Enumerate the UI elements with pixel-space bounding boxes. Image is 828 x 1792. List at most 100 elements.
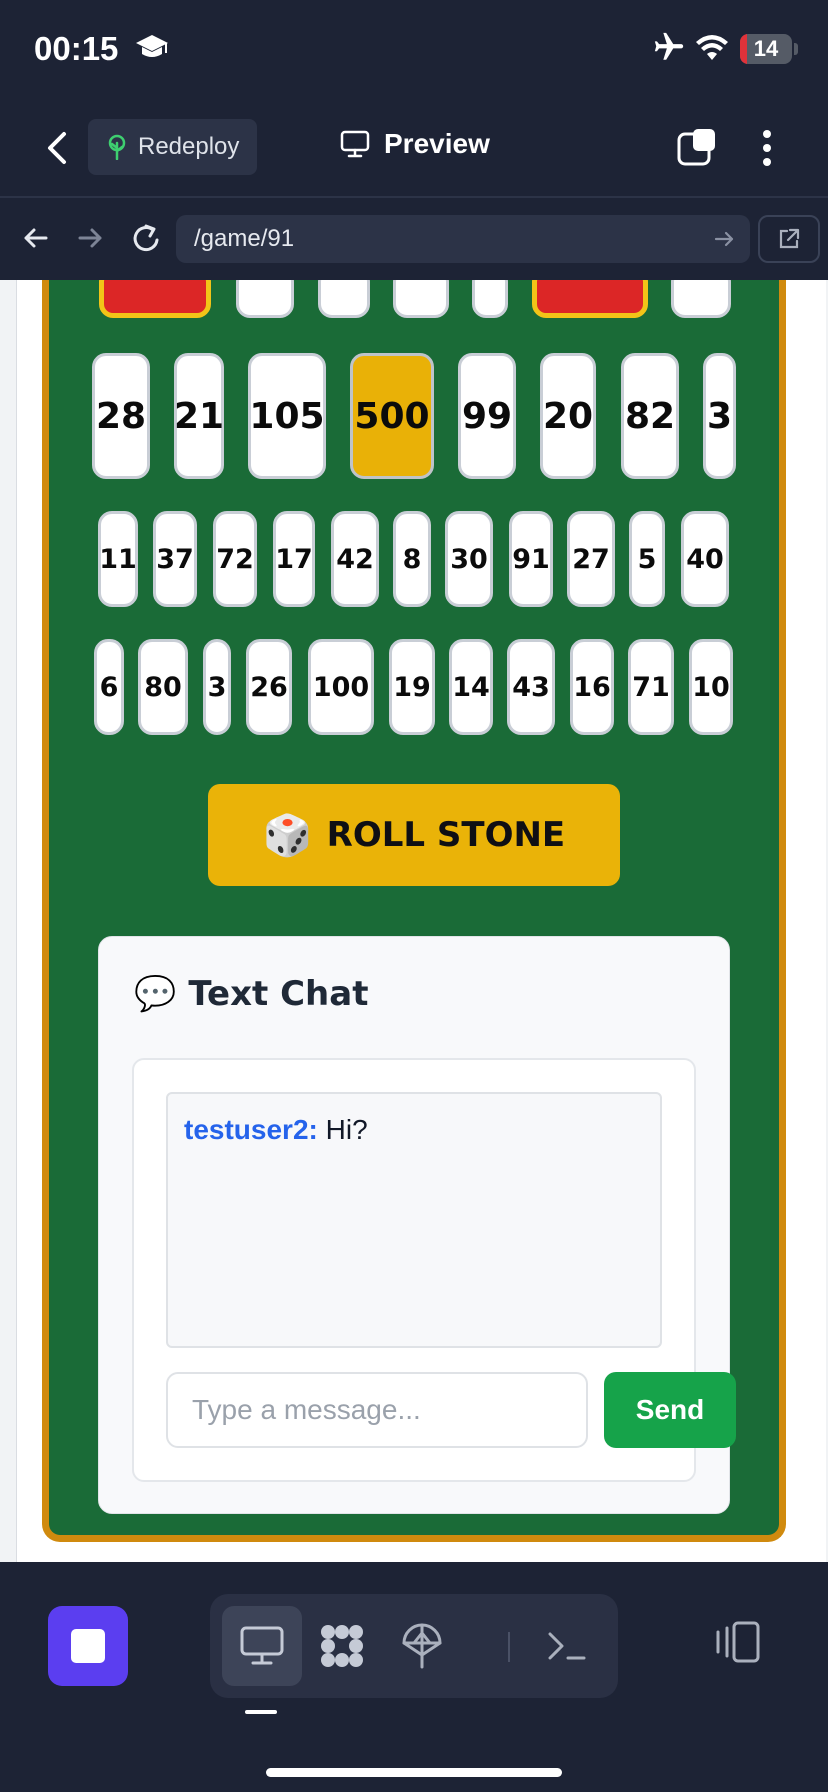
stone[interactable]: 3 [203, 639, 231, 735]
airplane-icon [652, 30, 686, 72]
chat-messages[interactable]: testuser2: Hi? [166, 1092, 662, 1348]
terminal-mode-button[interactable] [526, 1606, 606, 1686]
stone[interactable] [236, 280, 294, 318]
dice-icon: 🎲 [262, 812, 313, 859]
send-button[interactable]: Send [604, 1372, 736, 1448]
grid-mode-button[interactable] [302, 1606, 382, 1686]
stone[interactable]: 17 [273, 511, 315, 607]
monitor-icon [340, 130, 370, 158]
stone[interactable]: 99 [458, 353, 516, 479]
windows-icon [677, 129, 715, 166]
stop-button[interactable] [48, 1606, 128, 1686]
device-toggle-button[interactable] [712, 1620, 762, 1669]
stone[interactable]: 19 [389, 639, 435, 735]
stone[interactable]: 27 [567, 511, 615, 607]
deploy-mode-button[interactable] [382, 1606, 462, 1686]
stone[interactable]: 10 [689, 639, 733, 735]
url-text: /game/91 [194, 225, 295, 252]
stone[interactable]: 6 [94, 639, 124, 735]
stone[interactable]: 72 [213, 511, 257, 607]
battery-cap [794, 43, 798, 55]
home-indicator[interactable] [266, 1768, 562, 1777]
back-button[interactable] [38, 126, 78, 170]
stone-red[interactable] [99, 280, 211, 318]
stone[interactable]: 43 [507, 639, 555, 735]
reload-button[interactable] [128, 218, 164, 263]
stone[interactable]: 5 [629, 511, 665, 607]
stone[interactable]: 71 [628, 639, 674, 735]
graduation-cap-icon [134, 32, 170, 70]
stone[interactable]: 30 [445, 511, 493, 607]
redeploy-button[interactable]: Redeploy [88, 119, 257, 175]
arrow-left-icon [24, 228, 48, 248]
url-field[interactable]: /game/91 [176, 215, 750, 263]
status-time: 00:15 [34, 30, 119, 67]
windows-button[interactable] [676, 126, 718, 168]
stone[interactable]: 3 [703, 353, 736, 479]
stone[interactable]: 82 [621, 353, 679, 479]
roll-stone-button[interactable]: 🎲 ROLL STONE [208, 784, 620, 886]
stone-selected[interactable]: 500 [350, 353, 434, 479]
go-arrow-icon[interactable] [712, 227, 736, 251]
stone[interactable] [318, 280, 370, 318]
stone[interactable] [671, 280, 731, 318]
open-external-button[interactable] [758, 215, 820, 263]
stone[interactable]: 20 [540, 353, 596, 479]
stone[interactable]: 91 [509, 511, 553, 607]
more-vertical-icon [763, 130, 771, 166]
message-username: testuser2: [184, 1114, 318, 1145]
external-link-icon [779, 228, 800, 249]
chat-message: testuser2: Hi? [184, 1114, 644, 1146]
roll-stone-label: ROLL STONE [326, 815, 566, 855]
stone[interactable]: 80 [138, 639, 188, 735]
stone[interactable]: 105 [248, 353, 326, 479]
preview-title[interactable]: Preview [340, 128, 490, 160]
grid-icon [321, 1625, 363, 1667]
stone[interactable]: 40 [681, 511, 729, 607]
arrow-right-icon [78, 228, 102, 248]
divider [508, 1632, 510, 1662]
stone[interactable]: 37 [153, 511, 197, 607]
stone[interactable]: 11 [98, 511, 138, 607]
stone[interactable] [472, 280, 508, 318]
redeploy-label: Redeploy [138, 133, 240, 160]
active-mode-indicator [245, 1710, 277, 1714]
devices-icon [716, 1621, 760, 1663]
wifi-icon [695, 34, 729, 67]
stone[interactable]: 21 [174, 353, 224, 479]
stone-red[interactable] [532, 280, 648, 318]
stone[interactable]: 8 [393, 511, 431, 607]
stone[interactable]: 100 [308, 639, 374, 735]
more-options-button[interactable] [752, 126, 782, 170]
terminal-icon [548, 1632, 586, 1660]
url-bar: /game/91 [0, 200, 828, 278]
chat-title-text: Text Chat [188, 974, 369, 1014]
desktop-icon [240, 1626, 284, 1665]
status-bar: 00:15 14 [0, 0, 828, 100]
stone[interactable] [393, 280, 449, 318]
chat-title: 💬 Text Chat [134, 974, 368, 1014]
browser-forward-button[interactable] [72, 220, 108, 261]
stone[interactable]: 26 [246, 639, 292, 735]
stone[interactable]: 14 [449, 639, 493, 735]
stone[interactable]: 16 [570, 639, 614, 735]
stop-icon [71, 1629, 105, 1663]
preview-label: Preview [384, 128, 490, 159]
battery-level: 14 [753, 36, 779, 61]
browser-back-button[interactable] [18, 220, 54, 261]
message-text: Hi? [317, 1114, 368, 1145]
desktop-mode-button[interactable] [222, 1606, 302, 1686]
deploy-icon [402, 1623, 442, 1669]
web-viewport[interactable]: 28 21 105 500 99 20 82 3 11 37 72 17 42 … [0, 280, 828, 1562]
bottom-toolbar [0, 1562, 828, 1792]
message-input[interactable] [166, 1372, 588, 1448]
chevron-left-icon [48, 132, 66, 164]
mode-switcher [210, 1594, 618, 1698]
reload-icon [133, 224, 159, 252]
stone[interactable]: 28 [92, 353, 150, 479]
app-header: Redeploy Preview [0, 100, 828, 198]
speech-bubble-icon: 💬 [134, 974, 177, 1014]
stone[interactable]: 42 [331, 511, 379, 607]
tree-icon [108, 134, 126, 160]
battery-icon: 14 [740, 34, 792, 64]
